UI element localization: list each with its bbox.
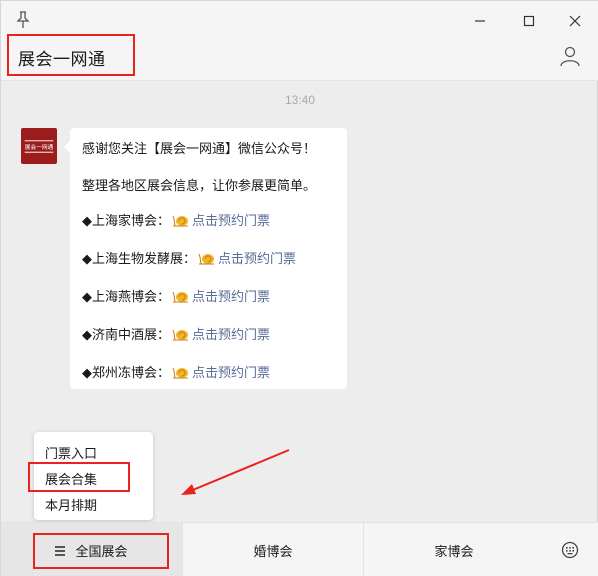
maximize-icon xyxy=(523,15,535,27)
title-bar: 展会一网通 xyxy=(1,1,598,81)
snail-icon xyxy=(172,215,188,226)
menu-highlight-box xyxy=(28,462,130,492)
list-item: ◆上海生物发酵展： 点击预约门票 xyxy=(82,248,296,267)
list-item: ◆上海家博会： 点击预约门票 xyxy=(82,210,270,229)
snail-icon xyxy=(172,329,188,340)
maximize-button[interactable] xyxy=(515,9,543,33)
avatar-logo-text: 展会一网通 xyxy=(24,139,54,153)
book-ticket-link[interactable]: 点击预约门票 xyxy=(192,324,270,343)
chat-title: 展会一网通 xyxy=(18,50,106,69)
exhibition-name: ◆上海燕博会： xyxy=(82,289,170,304)
keyboard-icon[interactable] xyxy=(561,541,579,559)
avatar[interactable]: 展会一网通 xyxy=(21,128,57,164)
close-button[interactable] xyxy=(561,9,589,33)
menu-tab-label: 家博会 xyxy=(434,544,474,559)
exhibition-name: ◆郑州冻博会： xyxy=(82,365,170,380)
book-ticket-link[interactable]: 点击预约门票 xyxy=(218,248,296,267)
menu-item-ticket-entry[interactable]: 门票入口 xyxy=(45,443,97,462)
chat-window: 展会一网通 13:40 展会一网通 感谢您关注【展会一网通】微信公众号！ 整理各… xyxy=(0,0,598,576)
exhibition-name: ◆上海家博会： xyxy=(82,213,170,228)
message-greeting: 感谢您关注【展会一网通】微信公众号！ xyxy=(82,141,317,156)
book-ticket-link[interactable]: 点击预约门票 xyxy=(192,210,270,229)
snail-icon xyxy=(198,253,214,264)
minimize-button[interactable] xyxy=(466,9,494,33)
exhibition-name: ◆济南中酒展： xyxy=(82,327,170,342)
book-ticket-link[interactable]: 点击预约门票 xyxy=(192,286,270,305)
message-intro: 整理各地区展会信息，让你参展更简单。 xyxy=(82,178,317,193)
menu-tab-wedding-expo[interactable]: 婚博会 xyxy=(182,523,363,576)
menu-tab-label: 婚博会 xyxy=(253,544,293,559)
menu-tab-home-expo[interactable]: 家博会 xyxy=(363,523,544,576)
tab-highlight-box xyxy=(33,533,169,569)
close-icon xyxy=(569,15,581,27)
message-bubble: 感谢您关注【展会一网通】微信公众号！ 整理各地区展会信息，让你参展更简单。 ◆上… xyxy=(64,128,347,389)
list-item: ◆济南中酒展： 点击预约门票 xyxy=(82,324,270,343)
snail-icon xyxy=(172,367,188,378)
list-item: ◆上海燕博会： 点击预约门票 xyxy=(82,286,270,305)
person-icon[interactable] xyxy=(559,45,581,67)
list-item: ◆郑州冻博会： 点击预约门票 xyxy=(82,362,270,381)
message-timestamp: 13:40 xyxy=(284,93,316,107)
exhibition-name: ◆上海生物发酵展： xyxy=(82,251,196,266)
menu-item-monthly-schedule[interactable]: 本月排期 xyxy=(45,495,97,514)
snail-icon xyxy=(172,291,188,302)
pin-icon[interactable] xyxy=(15,11,31,29)
annotation-arrow xyxy=(181,449,290,495)
book-ticket-link[interactable]: 点击预约门票 xyxy=(192,362,270,381)
minimize-icon xyxy=(475,20,485,22)
